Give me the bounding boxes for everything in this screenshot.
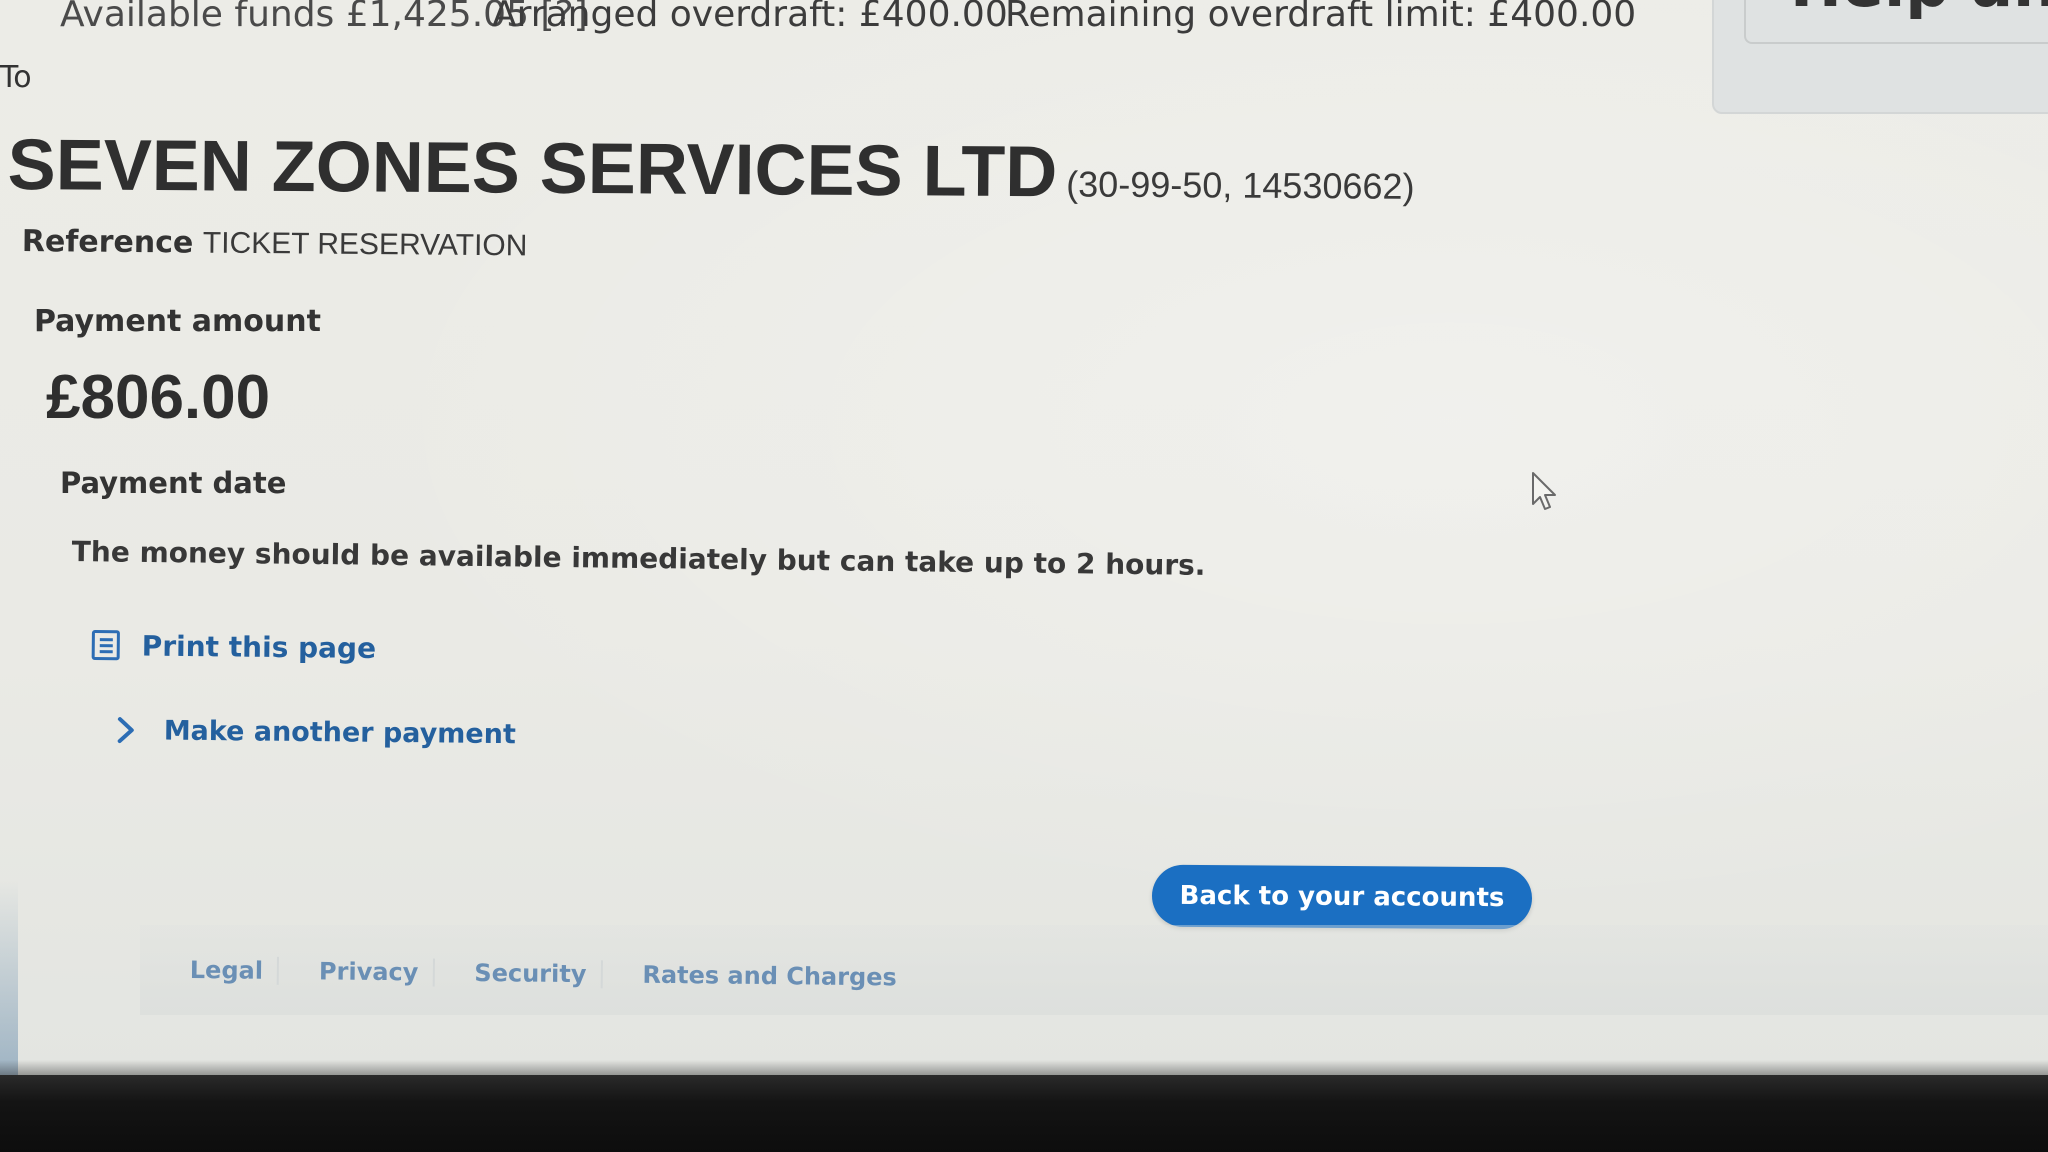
- make-another-payment-link[interactable]: Make another payment: [114, 710, 516, 754]
- help-panel-title: Help and: [1790, 0, 2048, 21]
- monitor-bezel: [0, 1075, 2048, 1152]
- payee-heading: SEVEN ZONES SERVICES LTD (30-99-50, 1453…: [7, 124, 1414, 216]
- print-page-label: Print this page: [141, 629, 377, 665]
- print-icon: [91, 629, 120, 661]
- back-to-accounts-button[interactable]: Back to your accounts: [1151, 864, 1533, 930]
- remaining-overdraft-text: Remaining overdraft limit: £400.00: [1005, 0, 1637, 35]
- payment-amount-value: £806.00: [46, 363, 271, 432]
- reference-row: Reference TICKET RESERVATION: [22, 224, 528, 263]
- availability-notice: The money should be available immediatel…: [71, 535, 1206, 582]
- footer-link-privacy[interactable]: Privacy: [318, 957, 435, 987]
- payment-date-label: Payment date: [60, 466, 287, 500]
- footer-link-legal[interactable]: Legal: [189, 956, 280, 985]
- browser-viewport: Available funds £1,425.05 [?] Arranged o…: [0, 0, 2048, 1080]
- payee-name: SEVEN ZONES SERVICES LTD: [7, 124, 1058, 213]
- reference-value: TICKET RESERVATION: [202, 226, 528, 263]
- to-label: To: [0, 60, 32, 95]
- footer-link-rates-and-charges[interactable]: Rates and Charges: [642, 961, 911, 992]
- mouse-pointer-icon: [1530, 470, 1560, 518]
- payment-amount-label: Payment amount: [34, 304, 321, 339]
- footer-link-security[interactable]: Security: [474, 958, 603, 989]
- chevron-right-icon: [114, 715, 138, 745]
- reference-label: Reference: [21, 224, 194, 261]
- help-panel[interactable]: Help and: [1712, 0, 2048, 114]
- make-another-payment-label: Make another payment: [163, 715, 517, 750]
- print-page-link[interactable]: Print this page: [91, 625, 377, 668]
- arranged-overdraft-text: Arranged overdraft: £400.00: [492, 0, 1008, 35]
- payee-sort-code-account: (30-99-50, 14530662): [1066, 163, 1415, 207]
- left-bezel-shadow: [0, 880, 18, 1080]
- account-summary-strip: Available funds £1,425.05 [?] Arranged o…: [0, 0, 1700, 35]
